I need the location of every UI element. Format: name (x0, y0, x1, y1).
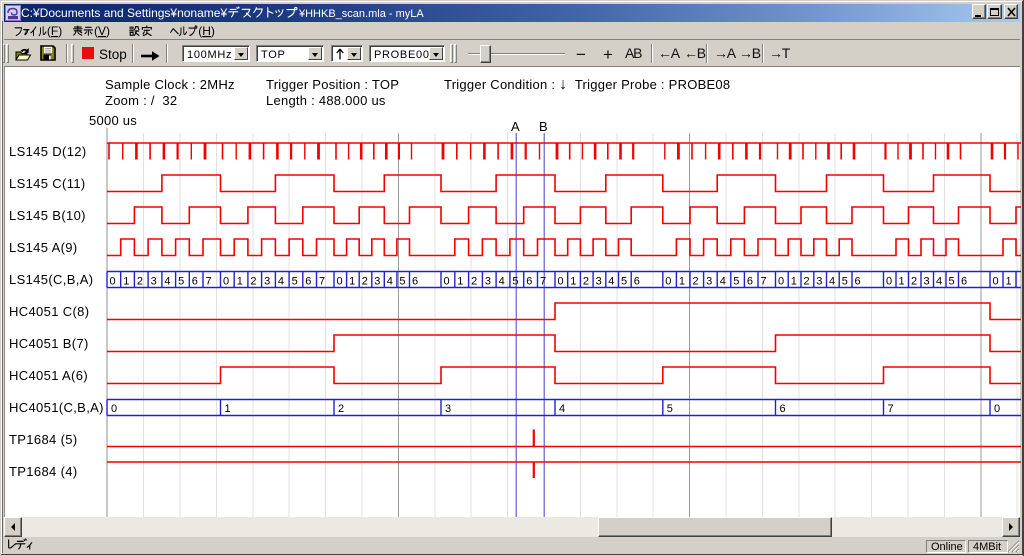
svg-text:1: 1 (899, 276, 905, 288)
svg-text:1: 1 (349, 276, 355, 288)
svg-text:B: B (539, 119, 548, 134)
svg-text:0: 0 (993, 276, 999, 288)
svg-text:5: 5 (949, 276, 955, 288)
svg-text:2: 2 (137, 276, 143, 288)
svg-text:0: 0 (778, 276, 784, 288)
svg-text:6: 6 (192, 276, 198, 288)
svg-text:7: 7 (540, 276, 546, 288)
svg-text:0: 0 (337, 276, 343, 288)
svg-text:1: 1 (1006, 276, 1012, 288)
svg-text:5: 5 (621, 276, 627, 288)
svg-text:0: 0 (110, 276, 116, 288)
svg-text:3: 3 (485, 276, 491, 288)
svg-text:6: 6 (634, 276, 640, 288)
svg-text:LS145 A(9): LS145 A(9) (9, 240, 78, 255)
svg-text:0: 0 (665, 276, 671, 288)
svg-text:6: 6 (747, 276, 753, 288)
svg-text:2: 2 (804, 276, 810, 288)
svg-text:4: 4 (387, 276, 393, 288)
svg-text:0: 0 (558, 276, 564, 288)
svg-text:6: 6 (961, 276, 967, 288)
svg-text:0: 0 (111, 403, 117, 415)
svg-text:3: 3 (706, 276, 712, 288)
svg-text:0: 0 (994, 403, 1000, 415)
svg-text:3: 3 (264, 276, 270, 288)
svg-text:2: 2 (471, 276, 477, 288)
svg-text:2: 2 (693, 276, 699, 288)
svg-text:A: A (511, 119, 520, 134)
svg-text:3: 3 (816, 276, 822, 288)
svg-text:TP1684 (4): TP1684 (4) (9, 464, 78, 479)
svg-text:1: 1 (791, 276, 797, 288)
svg-text:4: 4 (559, 403, 565, 415)
svg-text:HC4051 A(6): HC4051 A(6) (9, 368, 88, 383)
svg-text:6: 6 (780, 403, 786, 415)
svg-text:LS145(C,B,A): LS145(C,B,A) (9, 272, 93, 287)
svg-text:4: 4 (829, 276, 835, 288)
svg-text:1: 1 (570, 276, 576, 288)
svg-text:0: 0 (444, 276, 450, 288)
svg-text:4: 4 (164, 276, 170, 288)
svg-text:7: 7 (888, 403, 894, 415)
svg-text:HC4051(C,B,A): HC4051(C,B,A) (9, 400, 104, 415)
svg-text:2: 2 (362, 276, 368, 288)
svg-text:6: 6 (855, 276, 861, 288)
svg-text:LS145 D(12): LS145 D(12) (9, 144, 87, 159)
svg-text:4: 4 (608, 276, 614, 288)
svg-text:6: 6 (412, 276, 418, 288)
svg-text:5: 5 (292, 276, 298, 288)
svg-text:7: 7 (319, 276, 325, 288)
svg-text:3: 3 (374, 276, 380, 288)
svg-text:1: 1 (225, 403, 231, 415)
svg-text:4: 4 (720, 276, 726, 288)
svg-text:3: 3 (924, 276, 930, 288)
svg-text:5: 5 (399, 276, 405, 288)
svg-text:LS145 C(11): LS145 C(11) (9, 176, 86, 191)
svg-text:0: 0 (886, 276, 892, 288)
svg-text:3: 3 (596, 276, 602, 288)
svg-text:5: 5 (733, 276, 739, 288)
svg-text:6: 6 (526, 276, 532, 288)
svg-text:5: 5 (512, 276, 518, 288)
svg-text:1: 1 (679, 276, 685, 288)
svg-text:4: 4 (278, 276, 284, 288)
svg-text:2: 2 (911, 276, 917, 288)
svg-text:7: 7 (206, 276, 212, 288)
svg-text:TP1684 (5): TP1684 (5) (9, 432, 78, 447)
svg-text:7: 7 (761, 276, 767, 288)
svg-text:4: 4 (936, 276, 942, 288)
svg-text:2: 2 (583, 276, 589, 288)
svg-text:1: 1 (237, 276, 243, 288)
svg-text:5: 5 (842, 276, 848, 288)
svg-text:0: 0 (223, 276, 229, 288)
svg-text:HC4051 B(7): HC4051 B(7) (9, 336, 89, 351)
svg-text:3: 3 (151, 276, 157, 288)
svg-text:1: 1 (123, 276, 129, 288)
svg-text:5: 5 (667, 403, 673, 415)
svg-text:2: 2 (250, 276, 256, 288)
svg-text:2: 2 (338, 403, 344, 415)
svg-text:4: 4 (499, 276, 505, 288)
svg-text:LS145 B(10): LS145 B(10) (9, 208, 86, 223)
svg-text:3: 3 (445, 403, 451, 415)
svg-text:1: 1 (457, 276, 463, 288)
svg-text:5: 5 (178, 276, 184, 288)
svg-text:HC4051 C(8): HC4051 C(8) (9, 304, 89, 319)
svg-text:6: 6 (305, 276, 311, 288)
